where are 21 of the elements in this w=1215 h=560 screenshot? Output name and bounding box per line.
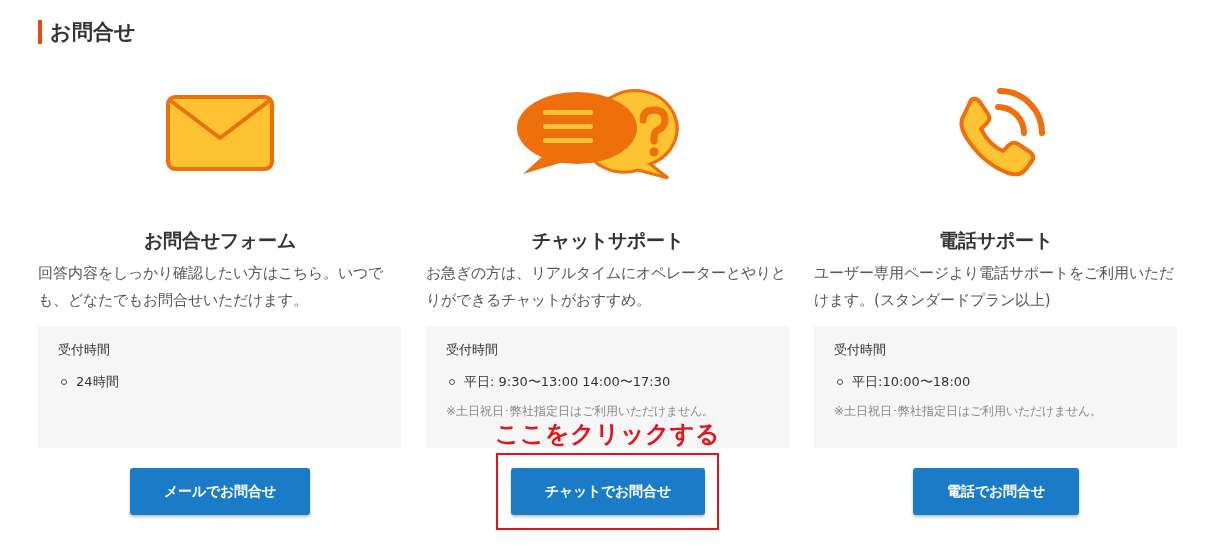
hours-note: ※土日祝日･弊社指定日はご利用いただけません。 [834, 403, 1104, 420]
contact-button[interactable]: 電話でお問合せ [912, 468, 1079, 515]
hours-label: 受付時間 [58, 342, 111, 359]
hours-label: 受付時間 [834, 342, 887, 359]
envelope-icon [164, 94, 275, 172]
hours-text: 平日: 9:30〜13:00 14:00〜17:30 [464, 373, 671, 391]
card-title: お問合せフォーム [142, 228, 297, 253]
hours-label: 受付時間 [446, 342, 499, 359]
card-description: 回答内容をしっかり確認したい方はこちら。いつでも、どなたでもお問合せいただけます。 [38, 263, 384, 311]
contact-button[interactable]: メールでお問合せ [129, 468, 310, 515]
hours-text: 24時間 [76, 373, 119, 391]
card-title: チャットサポート [530, 228, 685, 253]
hours-text: 平日:10:00〜18:00 [852, 373, 971, 391]
hours-note: ※土日祝日･弊社指定日はご利用いただけません。 [446, 403, 716, 420]
section-title: お問合せ [50, 19, 136, 46]
contact-button[interactable]: チャットでお問合せ [510, 468, 705, 515]
heading-accent-bar [38, 20, 42, 44]
card-description: お急ぎの方は、リアルタイムにオペレーターとやりとりができるチャットがおすすめ。 [426, 263, 787, 311]
card-description: ユーザー専用ページより電話サポートをご利用いただけます。(スタンダードプラン以上) [814, 263, 1175, 311]
card-title: 電話サポート [937, 228, 1054, 253]
annotation-label: ここをクリックする [495, 420, 720, 448]
